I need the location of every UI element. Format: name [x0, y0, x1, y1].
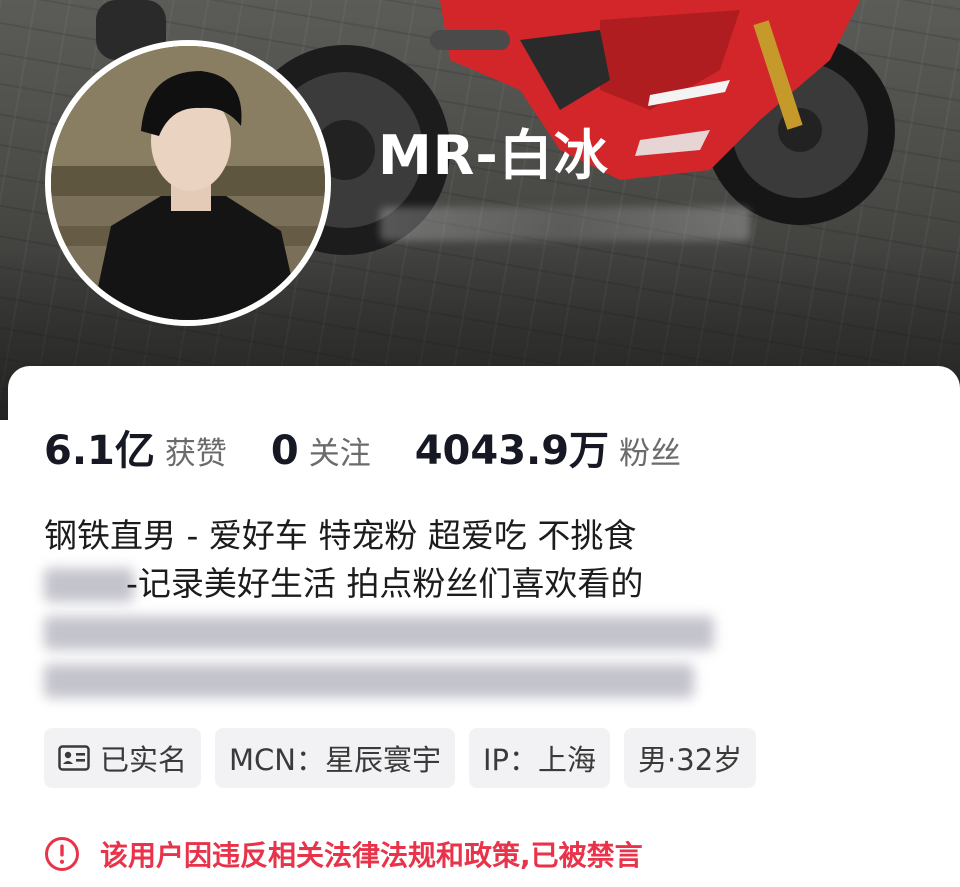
- stat-label: 获赞: [164, 436, 227, 472]
- stat-label: 粉丝: [619, 436, 682, 472]
- profile-tags: 已实名 MCN：星辰寰宇 IP：上海 男·32岁: [44, 728, 757, 788]
- bio-line: [44, 608, 764, 656]
- bio: 钢铁直男 - 爱好车 特宠粉 超爱吃 不挑食 -记录美好生活 拍点粉丝们喜欢看的: [44, 512, 764, 704]
- ban-notice-text: 该用户因违反相关法律法规和政策,已被禁言: [100, 839, 643, 872]
- verified-label: 已实名: [100, 743, 188, 777]
- profile-page: MR-白冰 6.1亿 获赞 0 关注 4043.9万 粉丝 钢铁直男 - 爱好车…: [0, 0, 960, 887]
- warning-icon: [44, 836, 80, 872]
- bio-text: -记录美好生活 拍点粉丝们喜欢看的: [126, 564, 644, 603]
- gender-age-label: 男·32岁: [638, 743, 743, 777]
- id-card-icon: [58, 745, 90, 771]
- mcn-tag[interactable]: MCN：星辰寰宇: [215, 728, 455, 788]
- stat-likes[interactable]: 6.1亿 获赞: [44, 418, 227, 476]
- avatar-photo: [51, 46, 325, 320]
- bio-line: -记录美好生活 拍点粉丝们喜欢看的: [44, 560, 764, 608]
- bio-text: 钢铁直男 - 爱好车 特宠粉 超爱吃 不挑食: [44, 516, 637, 555]
- stat-value: 4043.9万: [414, 428, 610, 474]
- ban-notice: 该用户因违反相关法律法规和政策,已被禁言: [44, 834, 643, 874]
- blurred-text: [44, 664, 694, 698]
- stat-label: 关注: [308, 436, 371, 472]
- stat-value: 0: [270, 428, 299, 474]
- nickname: MR-白冰: [378, 124, 609, 187]
- gender-age-tag: 男·32岁: [624, 728, 757, 788]
- stat-value: 6.1亿: [44, 428, 155, 474]
- ip-tag: IP：上海: [468, 728, 611, 788]
- ip-label: IP：上海: [482, 743, 597, 777]
- avatar[interactable]: [45, 40, 331, 326]
- mcn-label: MCN：星辰寰宇: [229, 743, 441, 777]
- stats-row: 6.1亿 获赞 0 关注 4043.9万 粉丝: [44, 418, 681, 474]
- blurred-account-id: [380, 207, 750, 241]
- bio-line: 钢铁直男 - 爱好车 特宠粉 超爱吃 不挑食: [44, 512, 764, 560]
- stat-followers[interactable]: 4043.9万 粉丝: [415, 418, 681, 476]
- stat-following[interactable]: 0 关注: [271, 428, 371, 474]
- verified-tag[interactable]: 已实名: [44, 728, 202, 788]
- blurred-text: [44, 616, 714, 650]
- bio-line: [44, 656, 764, 704]
- blurred-text: [44, 568, 134, 602]
